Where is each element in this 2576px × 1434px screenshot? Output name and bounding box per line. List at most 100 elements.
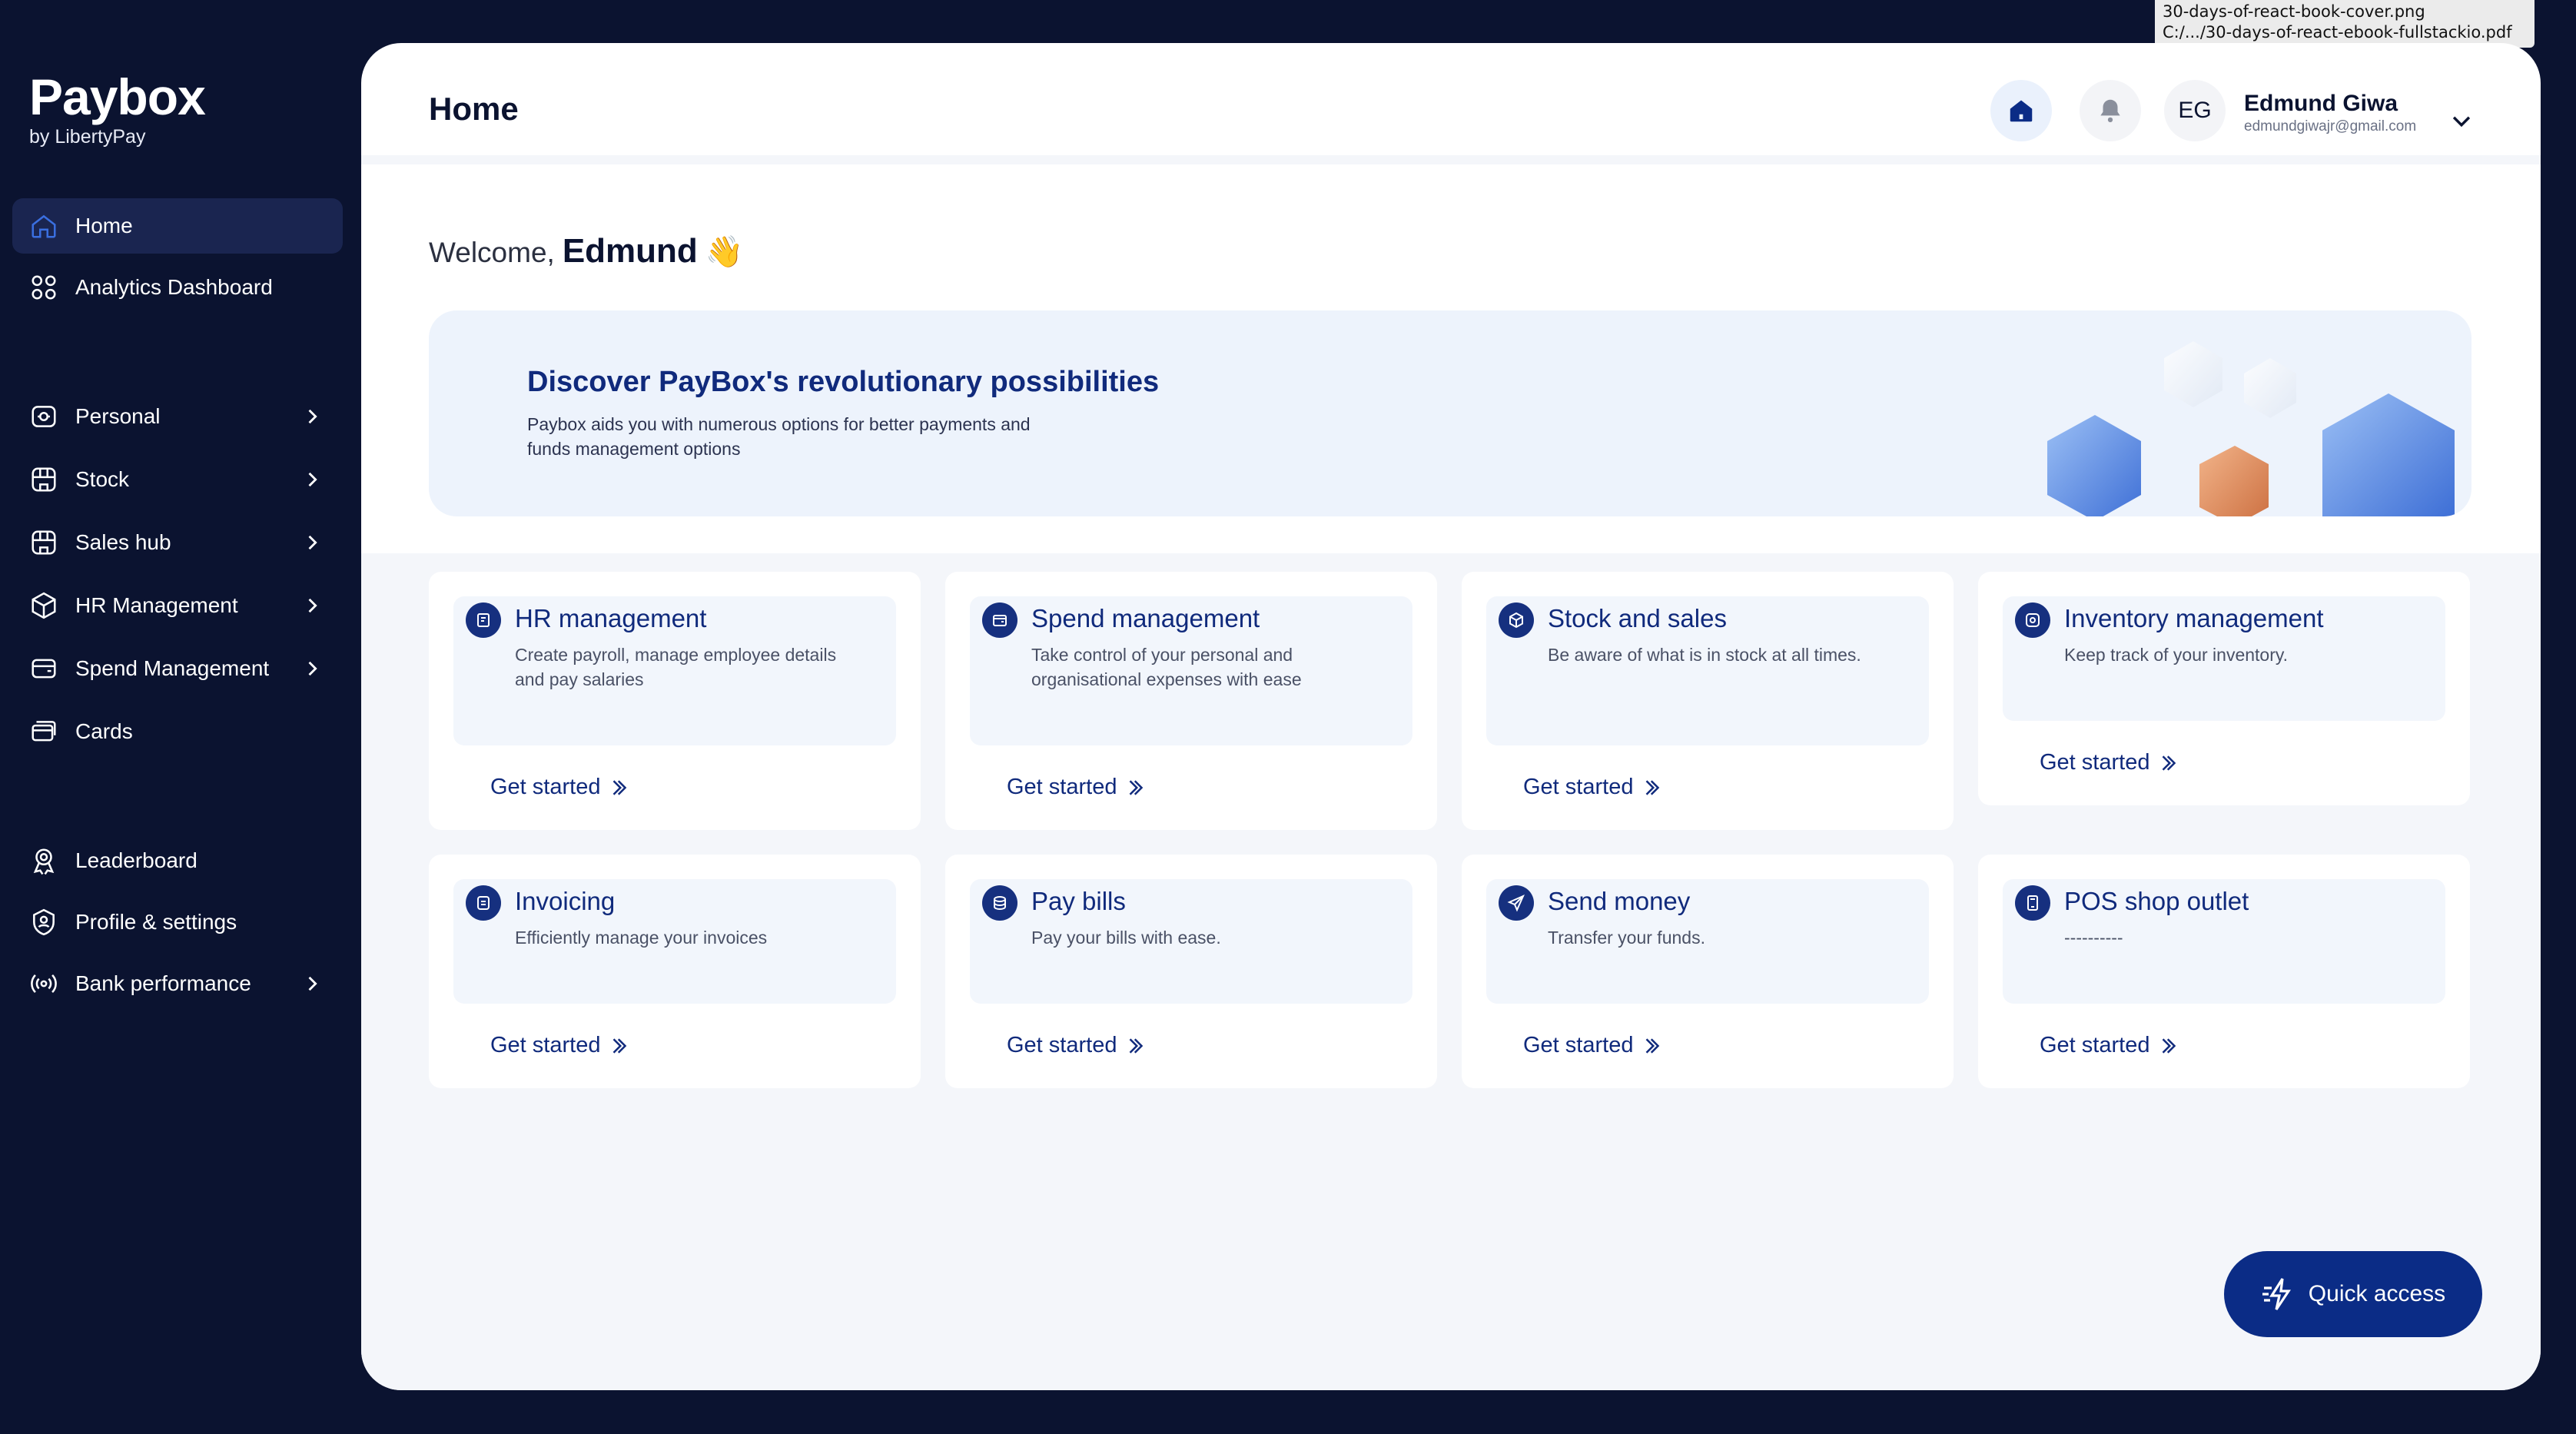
double-chevron-icon [613, 1037, 627, 1054]
coins-icon [982, 885, 1017, 921]
card-invoicing: Invoicing Efficiently manage your invoic… [429, 855, 921, 1088]
home-button[interactable] [1990, 80, 2052, 141]
cubes-illustration [2047, 341, 2455, 516]
sidebar-item-profile-settings[interactable]: Profile & settings [12, 895, 343, 950]
get-started-link[interactable]: Get started [490, 775, 631, 800]
sidebar-item-label: Personal [75, 404, 161, 428]
box-icon [1499, 602, 1534, 638]
profile-badge-icon [29, 908, 58, 937]
sidebar-item-label: Profile & settings [75, 910, 237, 934]
double-chevron-icon [1646, 1037, 1660, 1054]
tooltip-line-2: C:/.../30-days-of-react-ebook-fullstacki… [2163, 23, 2512, 41]
chevron-right-icon [308, 661, 317, 676]
sidebar-item-cards[interactable]: Cards [12, 704, 343, 759]
banner-title: Discover PayBox's revolutionary possibil… [527, 366, 1160, 398]
brand-name: Paybox [29, 68, 206, 125]
wallet-icon [982, 602, 1017, 638]
chevron-right-icon [308, 976, 317, 991]
double-chevron-icon [2163, 1037, 2176, 1054]
chevron-right-icon [308, 409, 317, 424]
card-title: Spend management [1031, 604, 1260, 632]
get-started-link[interactable]: Get started [490, 1033, 631, 1058]
card-pos-shop-outlet: POS shop outlet ---------- Get started [1978, 855, 2470, 1088]
card-send-money: Send money Transfer your funds. Get star… [1462, 855, 1954, 1088]
lightning-icon [2262, 1278, 2291, 1310]
chevron-right-icon [308, 472, 317, 487]
tooltip-line-1: 30-days-of-react-book-cover.png [2163, 2, 2425, 21]
card-title: Inventory management [2064, 604, 2324, 632]
invoice-icon [466, 885, 501, 921]
get-started-link[interactable]: Get started [1523, 1033, 1664, 1058]
welcome-message: Welcome, Edmund 👋 [429, 232, 744, 271]
sidebar-item-stock[interactable]: Stock [12, 452, 343, 507]
double-chevron-icon [2163, 755, 2176, 771]
card-description: Efficiently manage your invoices [515, 928, 768, 948]
discover-banner: Discover PayBox's revolutionary possibil… [429, 310, 2471, 516]
sidebar-item-label: Stock [75, 467, 130, 491]
double-chevron-icon [1130, 779, 1144, 795]
user-email: edmundgiwajr@gmail.com [2244, 118, 2417, 134]
banner-text: Paybox aids you with numerous options fo… [527, 414, 1031, 459]
sidebar-item-hr-management[interactable]: HR Management [12, 578, 343, 633]
cards-icon [29, 717, 58, 746]
sidebar-item-bank-performance[interactable]: Bank performance [12, 956, 343, 1011]
sidebar-item-label: HR Management [75, 593, 238, 617]
award-icon [29, 846, 58, 875]
card-title: Stock and sales [1548, 604, 1727, 632]
get-started-link[interactable]: Get started [1007, 1033, 1147, 1058]
sidebar-item-label: Bank performance [75, 971, 251, 995]
card-description: Create payroll, manage employee details … [515, 645, 837, 689]
avatar[interactable]: EG [2164, 80, 2226, 141]
sidebar-item-leaderboard[interactable]: Leaderboard [12, 833, 343, 888]
sidebar: Paybox by LibertyPay Home Analytics Dash… [0, 0, 361, 1434]
card-title: Invoicing [515, 887, 616, 915]
chevron-right-icon [308, 535, 317, 550]
bell-icon [2100, 99, 2120, 123]
card-description: Be aware of what is in stock at all time… [1548, 645, 1861, 665]
chevron-right-icon [308, 598, 317, 613]
card-title: HR management [515, 604, 707, 632]
sidebar-item-personal[interactable]: Personal [12, 389, 343, 444]
get-started-link[interactable]: Get started [1523, 775, 1664, 800]
sidebar-item-home[interactable]: Home [12, 198, 343, 254]
get-started-link[interactable]: Get started [2040, 1033, 2180, 1058]
get-started-link[interactable]: Get started [1007, 775, 1147, 800]
card-description: ---------- [2064, 928, 2123, 948]
home-icon [29, 211, 58, 241]
wave-emoji: 👋 [705, 235, 744, 269]
sidebar-item-spend-management[interactable]: Spend Management [12, 641, 343, 696]
card-inventory-management: Inventory management Keep track of your … [1978, 572, 2470, 805]
card-hr-management: HR management Create payroll, manage emp… [429, 572, 921, 830]
sidebar-item-label: Leaderboard [75, 848, 198, 872]
quick-access-button[interactable]: Quick access [2224, 1251, 2482, 1337]
wallet-icon [29, 402, 58, 431]
brand-subtitle: by LibertyPay [29, 126, 146, 148]
sidebar-item-sales-hub[interactable]: Sales hub [12, 515, 343, 570]
card-description: Pay your bills with ease. [1031, 928, 1221, 948]
card-title: POS shop outlet [2064, 887, 2249, 915]
card-title: Pay bills [1031, 887, 1126, 915]
sidebar-item-analytics-dashboard[interactable]: Analytics Dashboard [12, 260, 343, 315]
sidebar-item-label: Cards [75, 719, 133, 743]
grid-circles-icon [29, 273, 58, 302]
card-wallet-icon [29, 654, 58, 683]
main-panel: Home EG Edmund Giwa edmundgiwajr@gmail.c… [361, 43, 2541, 1390]
inventory-icon [2015, 602, 2050, 638]
double-chevron-icon [1130, 1037, 1144, 1054]
store-icon [29, 465, 58, 494]
card-description: Transfer your funds. [1548, 928, 1705, 948]
page-title: Home [429, 91, 519, 127]
card-title: Send money [1548, 887, 1691, 915]
top-bar: Home EG Edmund Giwa edmundgiwajr@gmail.c… [361, 43, 2541, 164]
pos-terminal-icon [2015, 885, 2050, 921]
chevron-down-icon[interactable] [2448, 108, 2475, 134]
card-stock-and-sales: Stock and sales Be aware of what is in s… [1462, 572, 1954, 830]
box-icon [29, 591, 58, 620]
sidebar-item-label: Analytics Dashboard [75, 275, 273, 299]
notifications-button[interactable] [2080, 80, 2141, 141]
brand-logo[interactable]: Paybox by LibertyPay [29, 68, 206, 148]
store-icon [29, 528, 58, 557]
get-started-link[interactable]: Get started [2040, 750, 2180, 775]
user-name[interactable]: Edmund Giwa [2244, 91, 2398, 117]
card-description: Take control of your personal and organi… [1031, 645, 1302, 689]
